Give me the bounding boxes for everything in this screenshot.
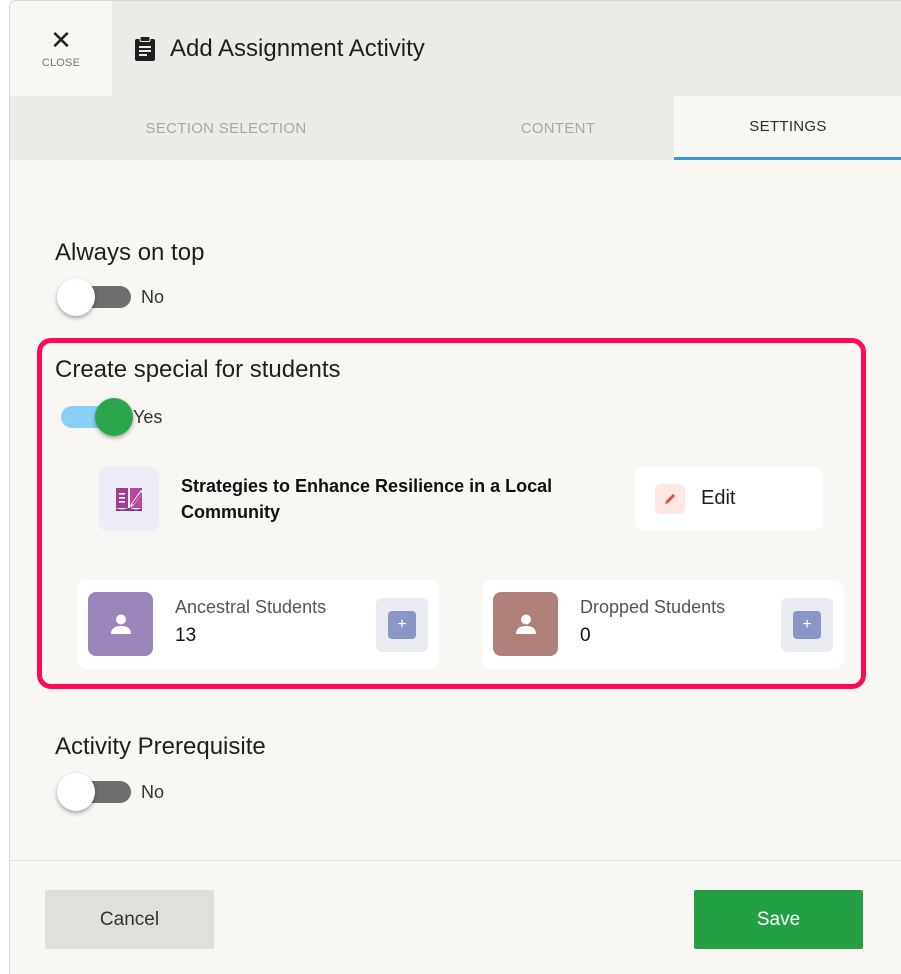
add-ancestral-students-button[interactable]: + (376, 598, 428, 652)
close-button[interactable]: ✕ CLOSE (10, 1, 112, 96)
pencil-icon (655, 483, 685, 514)
add-activity-panel: ✕ CLOSE Add Assignment Activity SECTION … (9, 0, 901, 974)
special-students-toggle[interactable]: Yes (61, 398, 163, 436)
plus-icon: + (793, 611, 821, 639)
toggle-knob (57, 278, 95, 316)
special-students-state: Yes (133, 406, 163, 427)
plus-icon: + (388, 611, 416, 639)
user-icon (88, 592, 153, 656)
tab-section-selection[interactable]: SECTION SELECTION (10, 96, 442, 160)
dropped-students-count: 0 (580, 625, 591, 646)
clipboard-icon (135, 35, 155, 61)
special-students-title: Create special for students (55, 356, 341, 383)
save-button[interactable]: Save (694, 890, 863, 949)
always-on-top-title: Always on top (55, 239, 205, 266)
toggle-knob (95, 398, 133, 436)
course-title: Strategies to Enhance Resilience in a Lo… (181, 476, 553, 522)
edit-label: Edit (701, 487, 736, 509)
always-on-top-state: No (141, 286, 165, 307)
title-text: Add Assignment Activity (170, 34, 425, 62)
toggle-track (57, 278, 131, 316)
dropped-students-label: Dropped Students (580, 597, 726, 617)
panel-footer: Cancel Save (10, 860, 901, 974)
cancel-button[interactable]: Cancel (45, 890, 214, 949)
dropped-students-card: Dropped Students 0 + (482, 580, 844, 669)
ancestral-students-label: Ancestral Students (175, 597, 327, 617)
course-card: Strategies to Enhance Resilience in a Lo… (99, 466, 639, 532)
add-dropped-students-button[interactable]: + (781, 598, 833, 652)
close-icon: ✕ (50, 24, 72, 55)
toggle-track (61, 398, 133, 436)
panel-title: Add Assignment Activity (134, 1, 425, 96)
ancestral-students-count: 13 (175, 625, 197, 646)
close-label: CLOSE (41, 56, 81, 69)
book-edit-icon (99, 467, 159, 531)
edit-button[interactable]: Edit (635, 467, 823, 530)
toggle-track (57, 773, 131, 811)
ancestral-students-card: Ancestral Students 13 + (77, 580, 439, 669)
activity-prerequisite-title: Activity Prerequisite (55, 733, 266, 760)
user-icon (493, 592, 558, 656)
panel-header: ✕ CLOSE Add Assignment Activity (10, 1, 901, 96)
tab-bar: SECTION SELECTION CONTENT SETTINGS (10, 96, 901, 160)
activity-prerequisite-state: No (141, 781, 165, 802)
toggle-knob (57, 773, 95, 811)
tab-content[interactable]: CONTENT (442, 96, 674, 160)
always-on-top-toggle[interactable]: No (57, 278, 165, 316)
activity-prerequisite-toggle[interactable]: No (57, 773, 165, 811)
tab-settings[interactable]: SETTINGS (674, 96, 901, 160)
